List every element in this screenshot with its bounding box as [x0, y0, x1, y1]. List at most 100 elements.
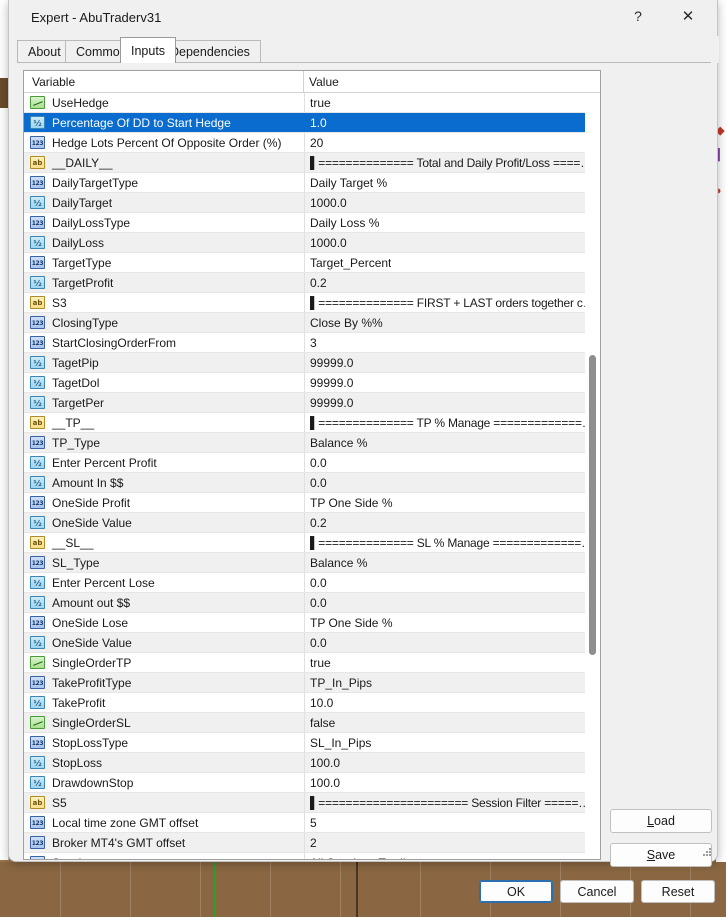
value-cell[interactable]: SL_In_Pips — [304, 733, 600, 752]
variable-cell[interactable]: ab __TP__ — [24, 413, 303, 432]
value-cell[interactable]: 0.2 — [304, 513, 600, 532]
value-cell[interactable]: TP One Side % — [304, 613, 600, 632]
table-row[interactable]: 123 OneSide Profit TP One Side % — [24, 493, 600, 513]
table-row[interactable]: 123 Broker MT4's GMT offset 2 — [24, 833, 600, 853]
resize-grip[interactable] — [703, 848, 713, 858]
table-row[interactable]: ½ Enter Percent Profit 0.0 — [24, 453, 600, 473]
variable-cell[interactable]: ½ OneSide Value — [24, 513, 303, 532]
value-cell[interactable]: All Sessions Trading — [304, 853, 600, 859]
ok-button[interactable]: OK — [479, 880, 553, 903]
variable-cell[interactable]: ½ Amount out $$ — [24, 593, 303, 612]
value-cell[interactable]: ▌============== FIRST + LAST orders toge… — [304, 293, 600, 312]
table-row[interactable]: ½ Amount out $$ 0.0 — [24, 593, 600, 613]
value-cell[interactable]: 99999.0 — [304, 353, 600, 372]
table-row[interactable]: ½ StopLoss 100.0 — [24, 753, 600, 773]
table-row[interactable]: ½ TargetProfit 0.2 — [24, 273, 600, 293]
table-row[interactable]: ½ OneSide Value 0.2 — [24, 513, 600, 533]
value-cell[interactable]: 100.0 — [304, 773, 600, 792]
table-row[interactable]: 123 StopLossType SL_In_Pips — [24, 733, 600, 753]
table-row[interactable]: ab S5 ▌====================== Session Filt… — [24, 793, 600, 813]
column-header-value[interactable]: Value — [309, 71, 339, 92]
value-cell[interactable]: 10.0 — [304, 693, 600, 712]
table-row[interactable]: ½ DailyLoss 1000.0 — [24, 233, 600, 253]
variable-cell[interactable]: 123 DailyTargetType — [24, 173, 303, 192]
variable-cell[interactable]: ½ TakeProfit — [24, 693, 303, 712]
grid-vertical-scrollbar[interactable] — [585, 93, 600, 859]
variable-cell[interactable]: ½ StopLoss — [24, 753, 303, 772]
column-splitter[interactable] — [303, 71, 304, 92]
value-cell[interactable]: Close By %% — [304, 313, 600, 332]
table-row[interactable]: 123 StartClosingOrderFrom 3 — [24, 333, 600, 353]
value-cell[interactable]: 0.0 — [304, 593, 600, 612]
value-cell[interactable]: 1.0 — [304, 113, 600, 132]
table-row[interactable]: ½ Amount In $$ 0.0 — [24, 473, 600, 493]
variable-cell[interactable]: UseHedge — [24, 93, 303, 112]
variable-cell[interactable]: 123 ClosingType — [24, 313, 303, 332]
value-cell[interactable]: Daily Target % — [304, 173, 600, 192]
table-row[interactable]: ½ DailyTarget 1000.0 — [24, 193, 600, 213]
variable-cell[interactable]: SingleOrderTP — [24, 653, 303, 672]
help-button[interactable]: ? — [615, 0, 661, 32]
close-icon[interactable]: ✕ — [665, 0, 711, 32]
value-cell[interactable]: Target_Percent — [304, 253, 600, 272]
variable-cell[interactable]: ½ TagetDol — [24, 373, 303, 392]
variable-cell[interactable]: ½ Amount In $$ — [24, 473, 303, 492]
value-cell[interactable]: 0.0 — [304, 573, 600, 592]
value-cell[interactable]: 1000.0 — [304, 193, 600, 212]
variable-cell[interactable]: ½ DrawdownStop — [24, 773, 303, 792]
table-row[interactable]: 123 Hedge Lots Percent Of Opposite Order … — [24, 133, 600, 153]
value-cell[interactable]: ▌============== SL % Manage ============… — [304, 533, 600, 552]
variable-cell[interactable]: 123 OneSide Lose — [24, 613, 303, 632]
table-row[interactable]: ½ Percentage Of DD to Start Hedge 1.0 — [24, 113, 600, 133]
value-cell[interactable]: false — [304, 713, 600, 732]
value-cell[interactable]: 3 — [304, 333, 600, 352]
variable-cell[interactable]: ½ DailyLoss — [24, 233, 303, 252]
value-cell[interactable]: 100.0 — [304, 753, 600, 772]
value-cell[interactable]: 20 — [304, 133, 600, 152]
value-cell[interactable]: 5 — [304, 813, 600, 832]
value-cell[interactable]: 0.0 — [304, 473, 600, 492]
variable-cell[interactable]: ab __DAILY__ — [24, 153, 303, 172]
variable-cell[interactable]: ab __SL__ — [24, 533, 303, 552]
table-row[interactable]: ab __SL__ ▌============== SL % Manage ====… — [24, 533, 600, 553]
variable-cell[interactable]: 123 SL_Type — [24, 553, 303, 572]
variable-cell[interactable]: ½ TagetPip — [24, 353, 303, 372]
variable-cell[interactable]: 123 Hedge Lots Percent Of Opposite Order … — [24, 133, 303, 152]
variable-cell[interactable]: 123 TargetType — [24, 253, 303, 272]
load-button[interactable]: Load — [610, 809, 712, 833]
table-row[interactable]: ½ DrawdownStop 100.0 — [24, 773, 600, 793]
variable-cell[interactable]: ½ Percentage Of DD to Start Hedge — [24, 113, 303, 132]
column-header-variable[interactable]: Variable — [32, 71, 75, 92]
variable-cell[interactable]: 123 StartClosingOrderFrom — [24, 333, 303, 352]
variable-cell[interactable]: ½ Enter Percent Profit — [24, 453, 303, 472]
value-cell[interactable]: TP One Side % — [304, 493, 600, 512]
variable-cell[interactable]: SingleOrderSL — [24, 713, 303, 732]
table-row[interactable]: ab __TP__ ▌============== TP % Manage ====… — [24, 413, 600, 433]
table-row[interactable]: 123 TargetType Target_Percent — [24, 253, 600, 273]
variable-cell[interactable]: 123 TakeProfitType — [24, 673, 303, 692]
save-button[interactable]: Save — [610, 843, 712, 867]
table-row[interactable]: 123 Session All Sessions Trading — [24, 853, 600, 859]
variable-cell[interactable]: 123 Local time zone GMT offset — [24, 813, 303, 832]
table-row[interactable]: 123 Local time zone GMT offset 5 — [24, 813, 600, 833]
table-row[interactable]: ½ TargetPer 99999.0 — [24, 393, 600, 413]
value-cell[interactable]: 2 — [304, 833, 600, 852]
table-row[interactable]: SingleOrderSL false — [24, 713, 600, 733]
table-row[interactable]: 123 ClosingType Close By %% — [24, 313, 600, 333]
table-row[interactable]: SingleOrderTP true — [24, 653, 600, 673]
value-cell[interactable]: ▌============== Total and Daily Profit/L… — [304, 153, 600, 172]
table-row[interactable]: 123 OneSide Lose TP One Side % — [24, 613, 600, 633]
table-row[interactable]: ½ Enter Percent Lose 0.0 — [24, 573, 600, 593]
table-row[interactable]: ab __DAILY__ ▌============== Total and Dai… — [24, 153, 600, 173]
tab-about[interactable]: About — [17, 40, 72, 63]
table-row[interactable]: ½ TakeProfit 10.0 — [24, 693, 600, 713]
value-cell[interactable]: 0.0 — [304, 633, 600, 652]
table-row[interactable]: 123 TP_Type Balance % — [24, 433, 600, 453]
table-row[interactable]: ½ OneSide Value 0.0 — [24, 633, 600, 653]
table-row[interactable]: 123 DailyTargetType Daily Target % — [24, 173, 600, 193]
variable-cell[interactable]: 123 TP_Type — [24, 433, 303, 452]
variable-cell[interactable]: ½ DailyTarget — [24, 193, 303, 212]
value-cell[interactable]: TP_In_Pips — [304, 673, 600, 692]
variable-cell[interactable]: 123 DailyLossType — [24, 213, 303, 232]
value-cell[interactable]: ▌====================== Session Filter =… — [304, 793, 600, 812]
